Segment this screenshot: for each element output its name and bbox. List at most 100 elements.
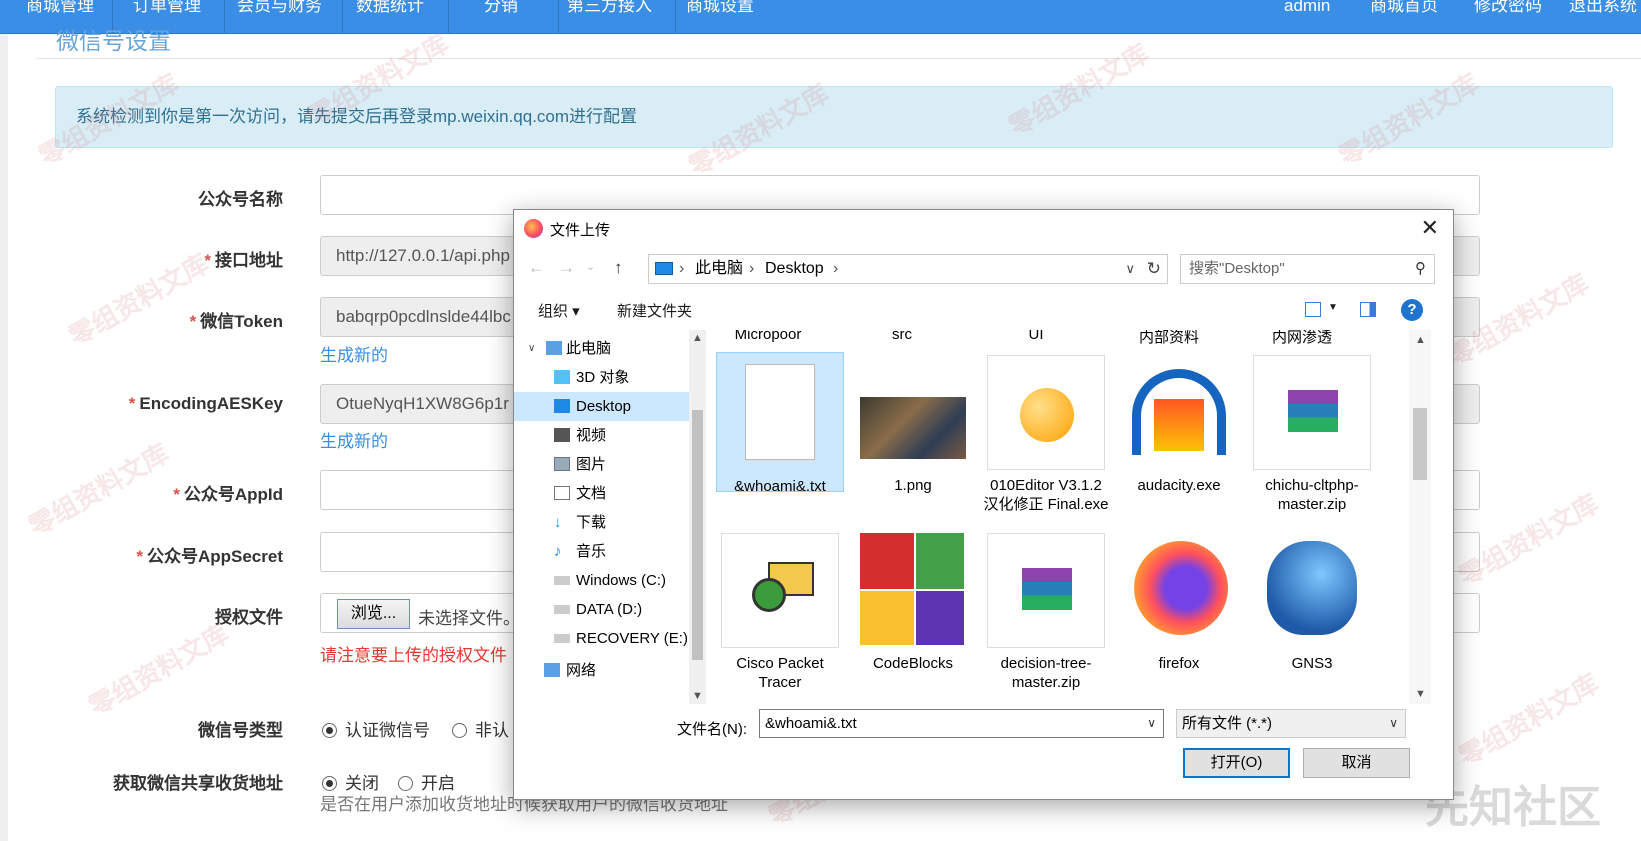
nav-item-stats[interactable]: 数据统计 <box>356 0 424 32</box>
scroll-down-icon[interactable]: ▼ <box>1415 688 1426 700</box>
file-list: Micropoor src UI 内部资料 内网渗透 &whoami&.txt … <box>706 330 1409 704</box>
tree-scroll-thumb[interactable] <box>692 410 703 660</box>
help-icon[interactable]: ? <box>1401 299 1423 321</box>
cancel-button[interactable]: 取消 <box>1303 748 1410 778</box>
tree-item-documents[interactable]: 文档 <box>514 479 689 508</box>
radio-checked-icon <box>322 723 337 738</box>
organize-menu[interactable]: 组织 ▾ <box>538 300 580 321</box>
chevron-down-icon[interactable]: ∨ <box>1147 710 1156 737</box>
open-button[interactable]: 打开(O) <box>1183 748 1290 778</box>
filetype-select[interactable]: 所有文件 (*.*) ∨ <box>1176 709 1406 738</box>
drive-icon <box>554 634 570 643</box>
aes-regenerate-link[interactable]: 生成新的 <box>320 427 388 452</box>
tree-item-music[interactable]: ♪ 音乐 <box>514 537 689 566</box>
label-share-address: 获取微信共享收货地址 <box>113 774 283 793</box>
breadcrumb-this-pc[interactable]: 此电脑 <box>695 255 743 283</box>
token-regenerate-link[interactable]: 生成新的 <box>320 341 388 366</box>
file-tile-chichu-zip[interactable]: chichu-cltphp-master.zip <box>1248 352 1376 514</box>
picture-icon <box>554 457 570 471</box>
forward-arrow-icon[interactable]: → <box>558 258 575 278</box>
file-tile-1png[interactable]: 1.png <box>849 352 977 495</box>
back-arrow-icon[interactable]: ← <box>528 258 545 278</box>
tree-item-network[interactable]: 网络 <box>514 656 689 685</box>
recent-dropdown-icon[interactable]: ⌄ <box>586 260 595 273</box>
file-tile-audacity[interactable]: audacity.exe <box>1115 352 1243 495</box>
nav-separator <box>675 0 676 33</box>
scroll-up-icon[interactable]: ▲ <box>692 332 703 344</box>
scroll-up-icon[interactable]: ▲ <box>1415 334 1426 346</box>
cut-label: src <box>892 330 912 343</box>
winrar-archive-icon <box>1253 355 1371 470</box>
filename-input[interactable]: &whoami&.txt ∨ <box>759 709 1164 738</box>
tree-item-3d-objects[interactable]: 3D 对象 <box>514 363 689 392</box>
watermark: 零组资料文库 <box>1453 667 1604 772</box>
breadcrumb-desktop[interactable]: Desktop <box>765 255 824 283</box>
tree-item-drive-e[interactable]: RECOVERY (E:) <box>514 624 689 653</box>
view-mode-icon[interactable] <box>1305 302 1321 317</box>
address-dropdown-icon[interactable]: ∨ <box>1125 255 1135 283</box>
tree-item-pictures[interactable]: 图片 <box>514 450 689 479</box>
nav-separator <box>448 0 449 33</box>
file-tile-decision-tree-zip[interactable]: decision-tree-master.zip <box>982 530 1110 692</box>
file-tile-gns3[interactable]: GNS3 <box>1248 530 1376 673</box>
breadcrumb[interactable]: › 此电脑 › Desktop › ∨ ↻ <box>648 254 1168 284</box>
new-folder-button[interactable]: 新建文件夹 <box>617 300 692 321</box>
file-tile-firefox[interactable]: firefox <box>1115 530 1243 673</box>
info-alert: 系统检测到你是第一次访问，请先提交后再登录mp.weixin.qq.com进行配… <box>55 86 1613 148</box>
dialog-close-button[interactable]: ✕ <box>1421 215 1439 241</box>
radio-verified[interactable]: 认证微信号 <box>322 716 430 741</box>
firefox-icon <box>1120 533 1238 648</box>
refresh-icon[interactable]: ↻ <box>1147 255 1161 283</box>
tree-item-this-pc[interactable]: ∨ 此电脑 <box>514 334 689 363</box>
file-list-scrollbar[interactable]: ▲ ▼ <box>1409 330 1431 704</box>
search-input[interactable]: 搜索"Desktop" ⚲ <box>1180 254 1435 284</box>
tree-item-desktop[interactable]: Desktop <box>514 392 689 421</box>
dialog-titlebar: 文件上传 ✕ <box>514 210 1453 246</box>
codeblocks-icon <box>854 533 972 648</box>
file-tile-010editor[interactable]: 010Editor V3.1.2 汉化修正 Final.exe <box>982 352 1110 514</box>
music-icon: ♪ <box>554 543 562 560</box>
nav-logout[interactable]: 退出系统 <box>1569 0 1637 32</box>
firefox-icon <box>524 219 543 238</box>
nav-separator <box>224 0 225 33</box>
nav-separator <box>342 0 343 33</box>
view-dropdown-icon[interactable]: ▼ <box>1328 302 1338 313</box>
cut-label: UI <box>1028 330 1044 343</box>
file-tile-cisco[interactable]: Cisco Packet Tracer <box>716 530 844 692</box>
cisco-packet-tracer-icon <box>721 533 839 648</box>
navigation-pane: ∨ 此电脑 3D 对象 Desktop 视频 图片 文档 ↓ 下载 ♪ 音乐 W… <box>514 330 689 704</box>
gns3-chameleon-icon <box>1253 533 1371 648</box>
browse-button[interactable]: 浏览... <box>337 599 410 629</box>
file-list-scroll-thumb[interactable] <box>1413 408 1427 480</box>
nav-item-distribution[interactable]: 分销 <box>484 0 518 32</box>
nav-item-settings[interactable]: 商城设置 <box>686 0 754 32</box>
up-arrow-icon[interactable]: ↑ <box>614 258 623 278</box>
label-appid: * 公众号AppId <box>173 485 283 504</box>
tree-item-downloads[interactable]: ↓ 下载 <box>514 508 689 537</box>
file-tile-whoami[interactable]: &whoami&.txt <box>716 352 844 495</box>
radio-checked-icon <box>322 776 337 791</box>
nav-item-members[interactable]: 会员与财务 <box>237 0 322 32</box>
tree-item-videos[interactable]: 视频 <box>514 421 689 450</box>
nav-user[interactable]: admin <box>1284 0 1330 32</box>
radio-unverified[interactable]: 非认 <box>452 716 509 741</box>
tree-item-drive-d[interactable]: DATA (D:) <box>514 595 689 624</box>
label-appsecret: * 公众号AppSecret <box>136 547 283 566</box>
nav-change-password[interactable]: 修改密码 <box>1474 0 1542 32</box>
nav-item-thirdparty[interactable]: 第三方接入 <box>567 0 652 32</box>
breadcrumb-chevron-icon: › <box>833 260 839 277</box>
computer-icon <box>546 341 562 355</box>
text-file-icon <box>721 356 839 471</box>
file-tile-codeblocks[interactable]: CodeBlocks <box>849 530 977 673</box>
tree-item-drive-c[interactable]: Windows (C:) <box>514 566 689 595</box>
tree-scrollbar[interactable]: ▲ ▼ <box>689 330 706 704</box>
expand-chevron-icon: ∨ <box>528 343 536 354</box>
preview-pane-icon[interactable] <box>1360 302 1376 317</box>
download-icon: ↓ <box>554 514 562 531</box>
label-auth-file: 授权文件 <box>215 608 283 627</box>
editor-app-icon <box>987 355 1105 470</box>
nav-home-link[interactable]: 商城首页 <box>1370 0 1438 32</box>
scroll-down-icon[interactable]: ▼ <box>692 690 703 702</box>
drive-icon <box>554 605 570 614</box>
desktop-icon <box>554 399 570 413</box>
